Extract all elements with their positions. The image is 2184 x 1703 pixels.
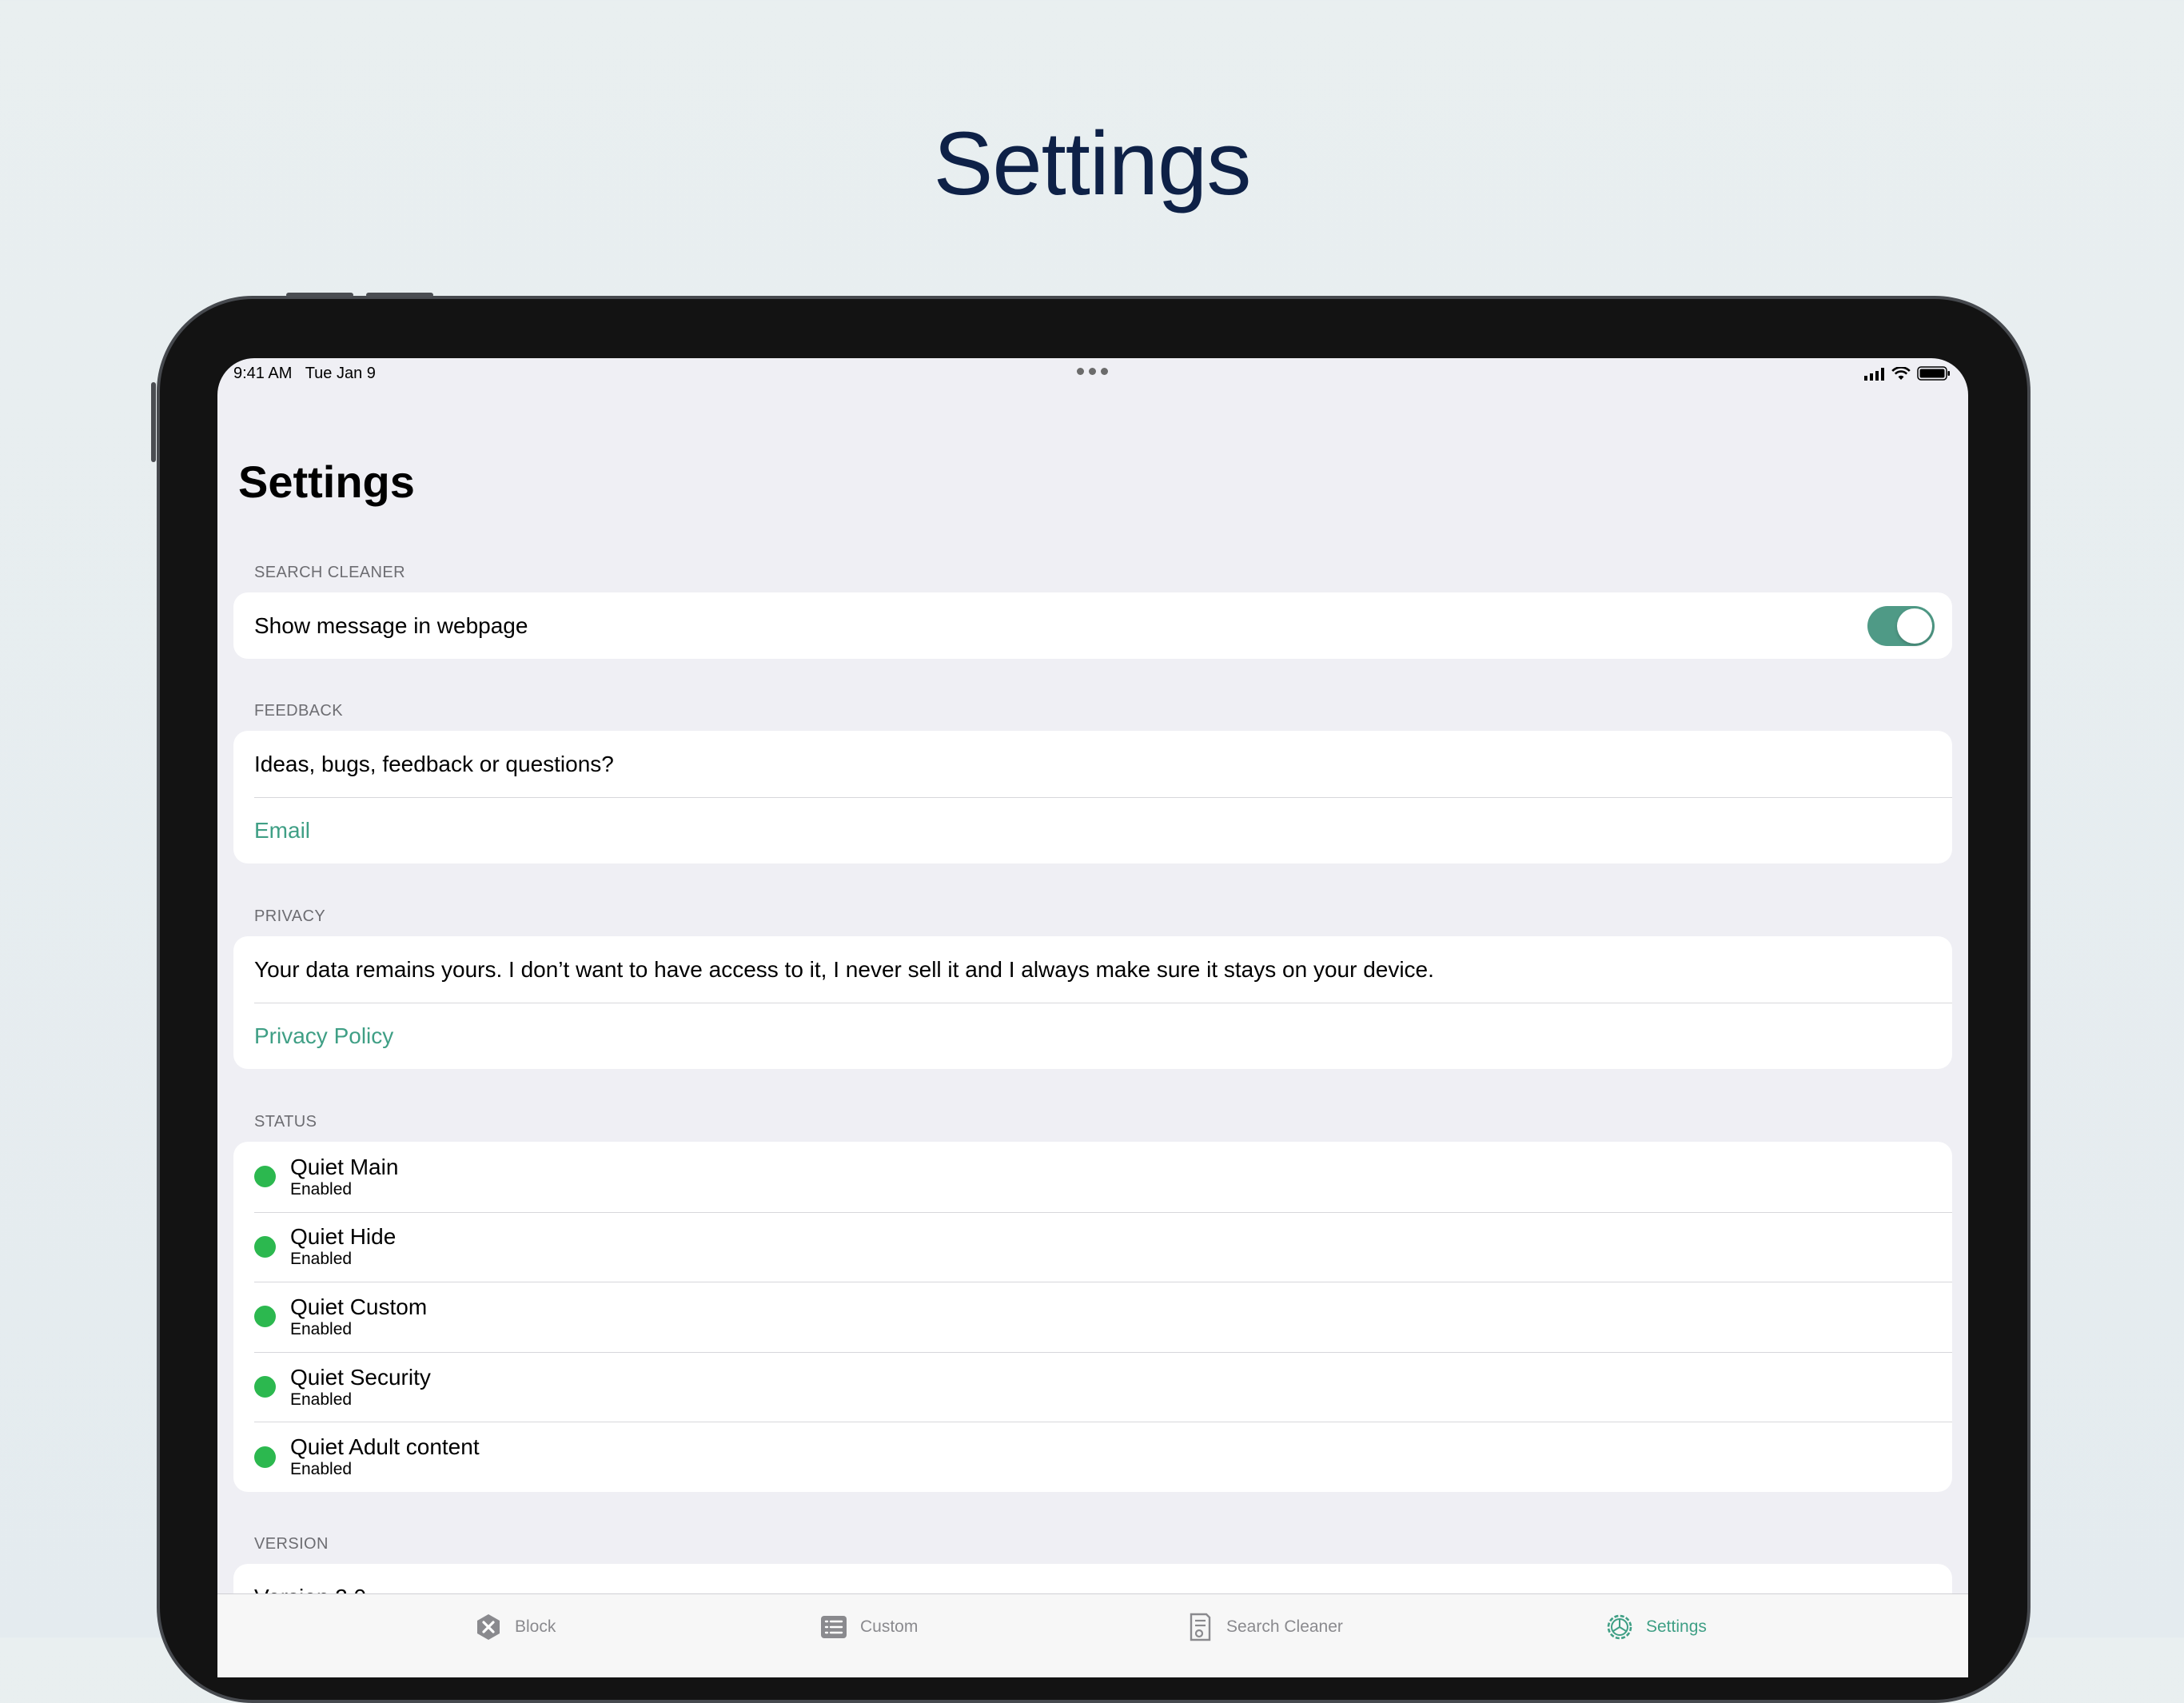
show-message-toggle[interactable] <box>1867 606 1935 646</box>
battery-icon <box>1917 366 1950 381</box>
status-dot <box>254 1235 276 1258</box>
tab-label: Custom <box>860 1617 919 1636</box>
show-message-row: Show message in webpage <box>233 592 1952 659</box>
tab-label: Block <box>515 1617 556 1636</box>
section-header-feedback: FEEDBACK <box>254 702 344 720</box>
top-button <box>366 293 433 297</box>
status-bar: 9:41 AM Tue Jan 9 <box>217 358 1968 390</box>
app-screen: 9:41 AM Tue Jan 9 Settings SEARCH CLEANE… <box>217 358 1968 1677</box>
status-state: Enabled <box>290 1319 353 1338</box>
status-dot <box>254 1446 276 1468</box>
wifi-icon <box>1891 367 1911 380</box>
email-link[interactable]: Email <box>254 818 310 844</box>
status-row-quiet-main: Quiet Main Enabled <box>233 1142 1952 1212</box>
status-dot <box>254 1306 276 1328</box>
top-button <box>286 293 353 297</box>
status-dot <box>254 1376 276 1398</box>
tab-custom[interactable]: Custom <box>819 1612 918 1642</box>
page-title: Settings <box>238 457 415 507</box>
feedback-card: Ideas, bugs, feedback or questions? Emai… <box>233 731 1952 863</box>
multitasking-dots-icon[interactable] <box>1077 368 1108 375</box>
gear-icon <box>1607 1614 1632 1640</box>
tab-label: Settings <box>1646 1617 1707 1636</box>
status-row-quiet-custom: Quiet Custom Enabled <box>233 1282 1952 1352</box>
status-time: 9:41 AM Tue Jan 9 <box>233 365 376 382</box>
status-name: Quiet Adult content <box>290 1434 480 1460</box>
status-row-quiet-security: Quiet Security Enabled <box>233 1351 1952 1422</box>
section-header-status: STATUS <box>254 1113 317 1131</box>
status-name: Quiet Hide <box>290 1224 397 1250</box>
status-state: Enabled <box>290 1460 353 1479</box>
tab-bar: Block Custom Search Cleaner Settings <box>217 1593 1968 1677</box>
block-icon <box>477 1614 500 1640</box>
privacy-text: Your data remains yours. I don’t want to… <box>254 956 1434 982</box>
toggle-knob <box>1897 608 1932 644</box>
privacy-policy-row[interactable]: Privacy Policy <box>233 1003 1952 1069</box>
status-row-quiet-adult-content: Quiet Adult content Enabled <box>233 1422 1952 1492</box>
status-state: Enabled <box>290 1390 353 1409</box>
privacy-policy-link[interactable]: Privacy Policy <box>254 1023 393 1049</box>
email-link-row[interactable]: Email <box>233 797 1952 863</box>
feedback-text: Ideas, bugs, feedback or questions? <box>254 751 614 776</box>
side-button <box>151 382 156 462</box>
section-header-search-cleaner: SEARCH CLEANER <box>254 564 405 581</box>
tab-search-cleaner[interactable]: Search Cleaner <box>1185 1612 1343 1642</box>
status-name: Quiet Security <box>290 1364 431 1390</box>
tab-label: Search Cleaner <box>1226 1617 1343 1636</box>
status-name: Quiet Custom <box>290 1294 428 1319</box>
status-card: Quiet Main Enabled Quiet Hide Enabled Qu… <box>233 1142 1952 1492</box>
list-icon <box>821 1616 847 1638</box>
privacy-text-row: Your data remains yours. I don’t want to… <box>233 936 1952 1003</box>
privacy-card: Your data remains yours. I don’t want to… <box>233 936 1952 1069</box>
status-row-quiet-hide: Quiet Hide Enabled <box>233 1211 1952 1282</box>
feedback-text-row: Ideas, bugs, feedback or questions? <box>233 731 1952 797</box>
show-message-label: Show message in webpage <box>254 612 528 638</box>
status-state: Enabled <box>290 1250 353 1269</box>
search-cleaner-card: Show message in webpage <box>233 592 1952 659</box>
document-search-icon <box>1190 1613 1211 1641</box>
status-dot <box>254 1166 276 1188</box>
section-header-privacy: PRIVACY <box>254 907 326 925</box>
status-icons <box>1864 366 1951 381</box>
tab-block[interactable]: Block <box>473 1612 556 1642</box>
marketing-title: Settings <box>933 114 1252 213</box>
signal-icon <box>1864 368 1884 381</box>
status-name: Quiet Main <box>290 1154 399 1179</box>
section-header-version: VERSION <box>254 1535 329 1553</box>
tab-settings[interactable]: Settings <box>1604 1612 1707 1642</box>
status-state: Enabled <box>290 1179 353 1198</box>
